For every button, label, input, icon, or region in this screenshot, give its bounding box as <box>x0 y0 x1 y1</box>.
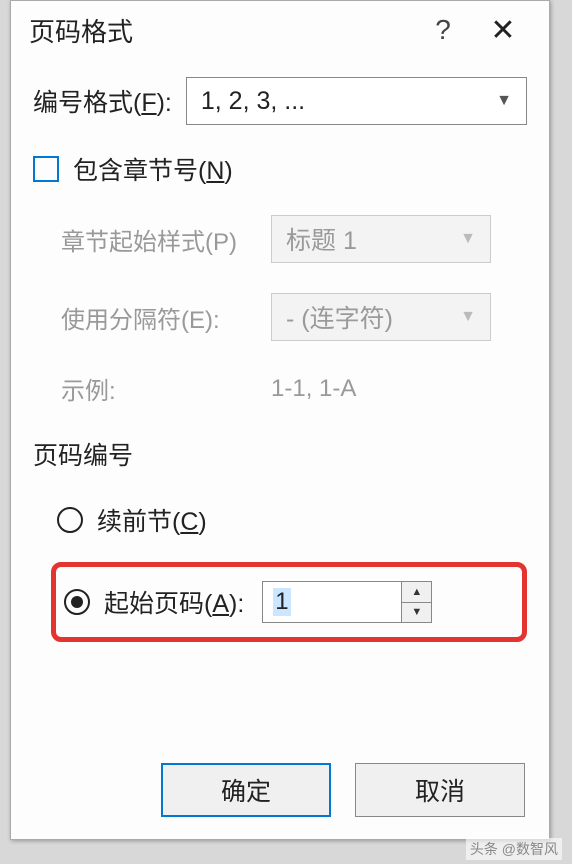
chapter-start-style-label: 章节起始样式(P) <box>61 222 271 257</box>
continue-previous-radio[interactable] <box>57 507 83 533</box>
number-format-label: 编号格式(F): <box>33 83 172 119</box>
start-at-label: 起始页码(A): <box>104 584 244 620</box>
number-format-dropdown[interactable]: 1, 2, 3, ... ▼ <box>186 77 527 125</box>
example-value: 1-1, 1-A <box>271 375 356 403</box>
cancel-button[interactable]: 取消 <box>355 763 525 817</box>
separator-dropdown: - (连字符) ▼ <box>271 293 491 341</box>
page-numbering-section-title: 页码编号 <box>33 436 527 472</box>
help-button[interactable]: ? <box>413 14 473 46</box>
spinner-down-button[interactable]: ▼ <box>402 603 431 623</box>
titlebar: 页码格式 ? ✕ <box>11 1 549 59</box>
example-label: 示例: <box>61 371 271 406</box>
start-at-input[interactable]: 1 <box>263 582 401 622</box>
ok-button[interactable]: 确定 <box>161 763 331 817</box>
page-number-format-dialog: 页码格式 ? ✕ 编号格式(F): 1, 2, 3, ... ▼ 包含章节号(N… <box>10 0 550 840</box>
include-chapter-label: 包含章节号(N) <box>73 151 233 187</box>
watermark: 头条 @数智风 <box>466 838 562 860</box>
chapter-start-style-row: 章节起始样式(P) 标题 1 ▼ <box>61 215 527 263</box>
include-chapter-row[interactable]: 包含章节号(N) <box>33 151 527 187</box>
separator-label: 使用分隔符(E): <box>61 300 271 335</box>
spinner-up-button[interactable]: ▲ <box>402 582 431 603</box>
chapter-start-style-dropdown: 标题 1 ▼ <box>271 215 491 263</box>
example-row: 示例: 1-1, 1-A <box>61 371 527 406</box>
start-at-radio-row[interactable]: 起始页码(A): 1 ▲ ▼ <box>51 562 527 642</box>
dialog-title: 页码格式 <box>29 12 413 49</box>
dialog-content: 编号格式(F): 1, 2, 3, ... ▼ 包含章节号(N) 章节起始样式(… <box>11 59 549 642</box>
start-at-spinner[interactable]: 1 ▲ ▼ <box>262 581 432 623</box>
continue-previous-radio-row[interactable]: 续前节(C) <box>51 494 527 546</box>
dialog-buttons: 确定 取消 <box>11 763 549 817</box>
start-at-radio[interactable] <box>64 589 90 615</box>
include-chapter-checkbox[interactable] <box>33 156 59 182</box>
page-numbering-radio-group: 续前节(C) 起始页码(A): 1 ▲ ▼ <box>33 494 527 642</box>
separator-row: 使用分隔符(E): - (连字符) ▼ <box>61 293 527 341</box>
chevron-down-icon: ▼ <box>496 92 512 110</box>
chevron-down-icon: ▼ <box>460 230 476 248</box>
continue-previous-label: 续前节(C) <box>97 502 207 538</box>
close-button[interactable]: ✕ <box>473 13 533 48</box>
chevron-down-icon: ▼ <box>460 308 476 326</box>
number-format-row: 编号格式(F): 1, 2, 3, ... ▼ <box>33 77 527 125</box>
chapter-subgroup: 章节起始样式(P) 标题 1 ▼ 使用分隔符(E): - (连字符) ▼ 示例:… <box>33 215 527 406</box>
